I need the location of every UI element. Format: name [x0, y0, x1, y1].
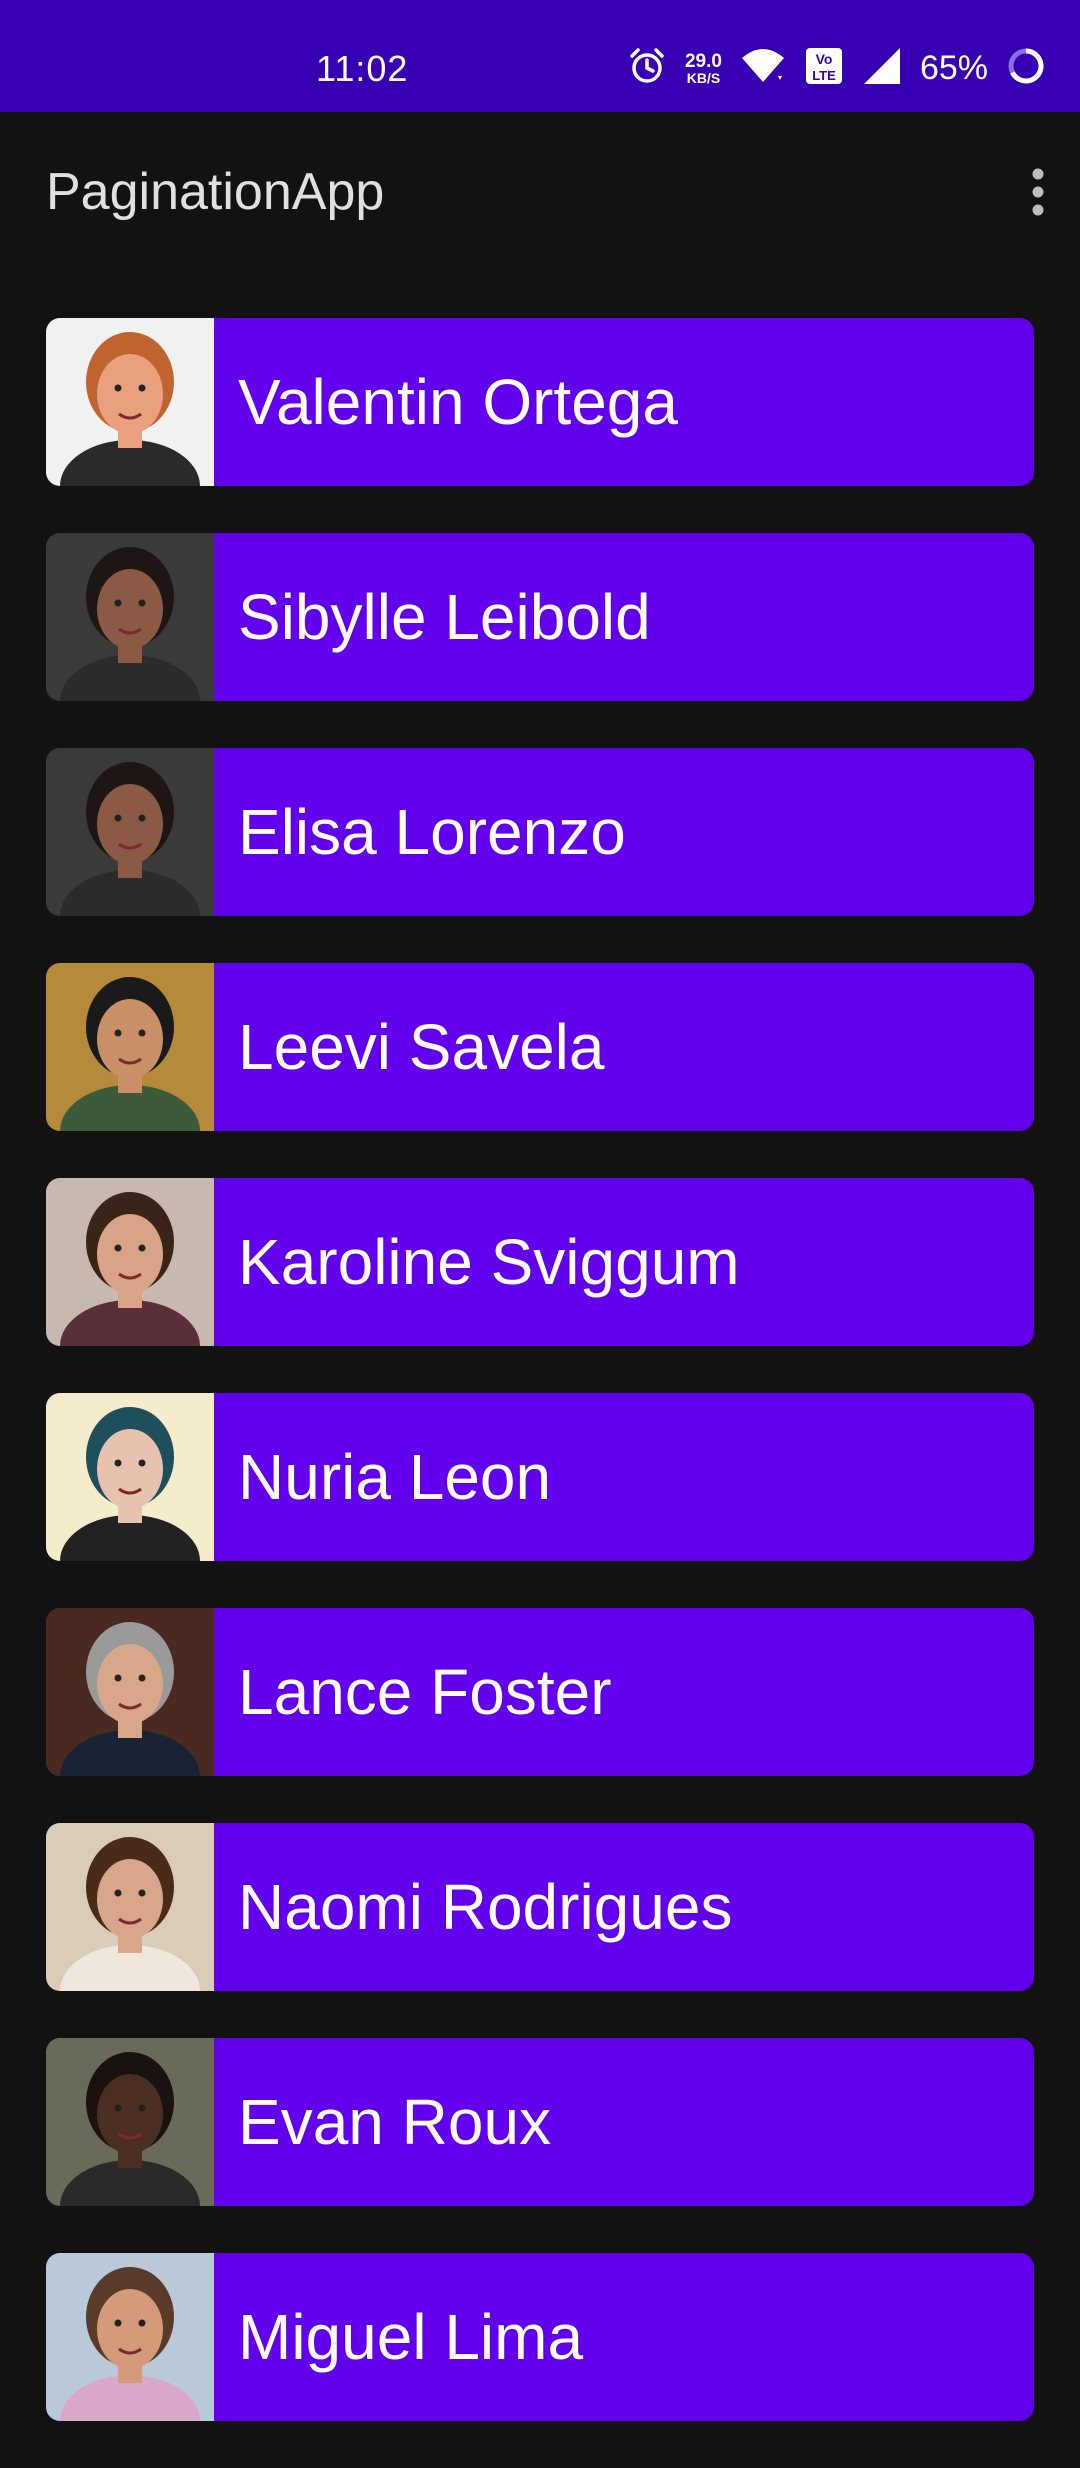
status-icons: 29.0 KB/S Vo LTE 65%: [627, 44, 1046, 92]
user-name: Lance Foster: [238, 1656, 612, 1728]
user-card[interactable]: Nuria Leon: [46, 1393, 1034, 1561]
avatar-photo: [46, 963, 214, 1131]
avatar-photo: [46, 533, 214, 701]
wifi-icon: [740, 46, 786, 91]
volte-icon: Vo LTE: [804, 46, 844, 91]
user-avatar: [46, 963, 214, 1131]
svg-text:LTE: LTE: [812, 68, 836, 83]
avatar-photo: [46, 318, 214, 486]
user-name: Valentin Ortega: [238, 366, 678, 438]
more-vert-icon: [1030, 166, 1046, 223]
user-card[interactable]: Elisa Lorenzo: [46, 748, 1034, 916]
user-avatar: [46, 2038, 214, 2206]
avatar-photo: [46, 748, 214, 916]
signal-icon: [862, 46, 902, 91]
user-avatar: [46, 1608, 214, 1776]
user-card[interactable]: Leevi Savela: [46, 963, 1034, 1131]
network-speed: 29.0 KB/S: [685, 52, 722, 85]
user-name: Nuria Leon: [238, 1441, 552, 1513]
avatar-photo: [46, 1823, 214, 1991]
alarm-icon: [627, 46, 667, 91]
user-name: Karoline Sviggum: [238, 1226, 740, 1298]
battery-icon: [1006, 46, 1046, 91]
avatar-photo: [46, 2038, 214, 2206]
user-name: Evan Roux: [238, 2086, 552, 2158]
user-card[interactable]: Evan Roux: [46, 2038, 1034, 2206]
user-avatar: [46, 2253, 214, 2421]
avatar-photo: [46, 1393, 214, 1561]
avatar-photo: [46, 1608, 214, 1776]
network-speed-unit: KB/S: [686, 69, 721, 86]
app-bar: PaginationApp: [0, 112, 1080, 278]
status-bar: 11:02 29.0 KB/S Vo LTE 65%: [0, 0, 1080, 112]
user-avatar: [46, 533, 214, 701]
avatar-photo: [46, 1178, 214, 1346]
network-speed-value: 29.0: [684, 50, 722, 72]
user-list[interactable]: Valentin Ortega Sibylle Leibold Elisa Lore…: [46, 318, 1034, 2468]
svg-text:Vo: Vo: [816, 51, 833, 67]
user-card[interactable]: Naomi Rodrigues: [46, 1823, 1034, 1991]
user-name: Sibylle Leibold: [238, 581, 651, 653]
user-name: Naomi Rodrigues: [238, 1871, 733, 1943]
user-avatar: [46, 1823, 214, 1991]
overflow-menu-button[interactable]: [1002, 158, 1074, 230]
app-title: PaginationApp: [46, 163, 385, 221]
user-avatar: [46, 318, 214, 486]
user-name: Miguel Lima: [238, 2301, 584, 2373]
user-avatar: [46, 1393, 214, 1561]
user-card[interactable]: Valentin Ortega: [46, 318, 1034, 486]
battery-percent: 65%: [919, 48, 988, 87]
user-name: Elisa Lorenzo: [238, 796, 626, 868]
user-card[interactable]: Sibylle Leibold: [46, 533, 1034, 701]
user-card[interactable]: Lance Foster: [46, 1608, 1034, 1776]
user-avatar: [46, 1178, 214, 1346]
user-card[interactable]: Miguel Lima: [46, 2253, 1034, 2421]
user-avatar: [46, 748, 214, 916]
avatar-photo: [46, 2253, 214, 2421]
user-card[interactable]: Karoline Sviggum: [46, 1178, 1034, 1346]
user-name: Leevi Savela: [238, 1011, 605, 1083]
status-time: 11:02: [316, 48, 409, 89]
